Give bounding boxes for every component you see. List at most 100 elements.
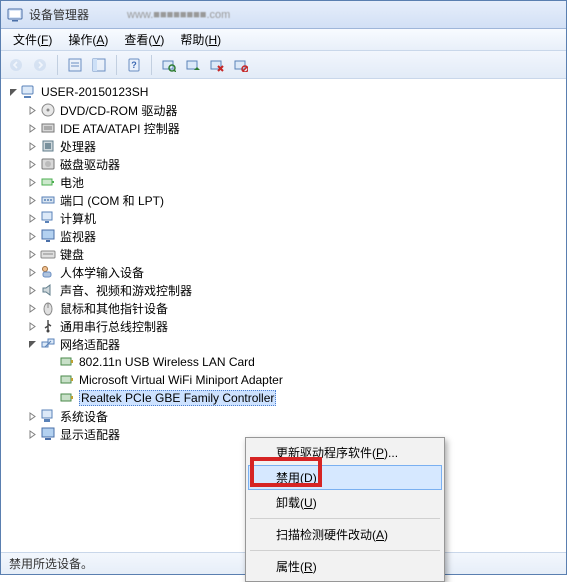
tree-device[interactable]: Microsoft Virtual WiFi Miniport Adapter	[45, 371, 560, 389]
tree-category[interactable]: 端口 (COM 和 LPT)	[26, 191, 560, 209]
ide-icon	[40, 120, 56, 136]
svg-text:?: ?	[131, 60, 137, 70]
tree-category-label: 处理器	[60, 138, 96, 155]
tree-category[interactable]: 网络适配器	[26, 335, 560, 353]
tree-expander[interactable]	[26, 284, 38, 296]
menu-file[interactable]: 文件(F)	[5, 29, 60, 50]
hid-icon	[40, 264, 56, 280]
tree-category[interactable]: IDE ATA/ATAPI 控制器	[26, 119, 560, 137]
context-update-driver[interactable]: 更新驱动程序软件(P)...	[248, 440, 442, 465]
usb-icon	[40, 318, 56, 334]
statusbar-text: 禁用所选设备。	[9, 555, 93, 572]
computer-icon	[40, 210, 56, 226]
tree-device-label: Microsoft Virtual WiFi Miniport Adapter	[79, 373, 283, 387]
tree-category[interactable]: 电池	[26, 173, 560, 191]
tree-expander[interactable]	[26, 212, 38, 224]
toolbar-panel-button[interactable]	[88, 54, 110, 76]
tree-expander[interactable]	[26, 176, 38, 188]
context-disable[interactable]: 禁用(D)	[248, 465, 442, 490]
disk-icon	[40, 156, 56, 172]
tree-expander[interactable]	[26, 302, 38, 314]
tree-root-label: USER-20150123SH	[41, 85, 148, 99]
tree-expander[interactable]	[26, 104, 38, 116]
tree-device-label: Realtek PCIe GBE Family Controller	[79, 390, 276, 406]
tree-category[interactable]: 系统设备	[26, 407, 560, 425]
menu-action[interactable]: 操作(A)	[60, 29, 116, 50]
tree-expander[interactable]	[7, 86, 19, 98]
tree-category[interactable]: 鼠标和其他指针设备	[26, 299, 560, 317]
context-uninstall[interactable]: 卸载(U)	[248, 490, 442, 515]
tree-category[interactable]: 键盘	[26, 245, 560, 263]
menu-help[interactable]: 帮助(H)	[172, 29, 229, 50]
context-menu: 更新驱动程序软件(P)... 禁用(D) 卸载(U) 扫描检测硬件改动(A) 属…	[245, 437, 445, 582]
tree-category[interactable]: 声音、视频和游戏控制器	[26, 281, 560, 299]
system-icon	[40, 408, 56, 424]
tree-expander[interactable]	[26, 338, 38, 350]
tree-expander[interactable]	[26, 122, 38, 134]
computer_root-icon	[21, 84, 37, 100]
context-scan-hardware[interactable]: 扫描检测硬件改动(A)	[248, 522, 442, 547]
tree-category-label: 电池	[60, 174, 84, 191]
monitor-icon	[40, 228, 56, 244]
context-sep-2	[250, 550, 440, 551]
toolbar-details-button[interactable]	[64, 54, 86, 76]
tree-category[interactable]: 人体学输入设备	[26, 263, 560, 281]
cpu-icon	[40, 138, 56, 154]
titlebar: 设备管理器 www.■■■■■■■■.com	[1, 1, 566, 29]
tree-expander[interactable]	[26, 410, 38, 422]
toolbar-help-button[interactable]: ?	[123, 54, 145, 76]
tree-expander[interactable]	[26, 230, 38, 242]
nav-forward-button	[29, 54, 51, 76]
tree-category[interactable]: 通用串行总线控制器	[26, 317, 560, 335]
window-title: 设备管理器	[29, 6, 89, 23]
tree-category-label: 端口 (COM 和 LPT)	[60, 192, 164, 209]
mouse-icon	[40, 300, 56, 316]
network-icon	[40, 336, 56, 352]
tree-category-label: 通用串行总线控制器	[60, 318, 168, 335]
nic-icon	[59, 354, 75, 370]
menu-view[interactable]: 查看(V)	[116, 29, 172, 50]
tree-expander[interactable]	[26, 428, 38, 440]
tree-expander[interactable]	[26, 158, 38, 170]
tree-expander[interactable]	[26, 248, 38, 260]
tree-expander[interactable]	[26, 140, 38, 152]
tree-category-label: DVD/CD-ROM 驱动器	[60, 102, 177, 119]
battery-icon	[40, 174, 56, 190]
tree-device[interactable]: 802.11n USB Wireless LAN Card	[45, 353, 560, 371]
tree-category[interactable]: DVD/CD-ROM 驱动器	[26, 101, 560, 119]
tree-category-label: 磁盘驱动器	[60, 156, 120, 173]
tree-expander[interactable]	[26, 194, 38, 206]
nic-icon	[59, 390, 75, 406]
tree-category-label: 人体学输入设备	[60, 264, 144, 281]
tree-category-label: 键盘	[60, 246, 84, 263]
address-bar-hint: www.■■■■■■■■.com	[127, 9, 230, 21]
toolbar-uninstall-button[interactable]	[206, 54, 228, 76]
tree-category-label: 计算机	[60, 210, 96, 227]
context-sep-1	[250, 518, 440, 519]
tree-category-label: 系统设备	[60, 408, 108, 425]
tree-category[interactable]: 处理器	[26, 137, 560, 155]
tree-category-label: 显示适配器	[60, 426, 120, 443]
tree-category-label: IDE ATA/ATAPI 控制器	[60, 120, 180, 137]
toolbar-update-button[interactable]	[182, 54, 204, 76]
context-properties[interactable]: 属性(R)	[248, 554, 442, 579]
app-icon	[7, 7, 23, 23]
tree-category-label: 鼠标和其他指针设备	[60, 300, 168, 317]
tree-root-node[interactable]: USER-20150123SH	[7, 83, 560, 101]
tree-device[interactable]: Realtek PCIe GBE Family Controller	[45, 389, 560, 407]
tree-category[interactable]: 计算机	[26, 209, 560, 227]
toolbar-disable-button[interactable]	[230, 54, 252, 76]
port-icon	[40, 192, 56, 208]
keyboard-icon	[40, 246, 56, 262]
tree-category[interactable]: 监视器	[26, 227, 560, 245]
tree-device-label: 802.11n USB Wireless LAN Card	[79, 355, 255, 369]
nav-back-button	[5, 54, 27, 76]
tree-expander[interactable]	[26, 320, 38, 332]
tree-category-label: 网络适配器	[60, 336, 120, 353]
menubar: 文件(F) 操作(A) 查看(V) 帮助(H)	[1, 29, 566, 51]
toolbar: ?	[1, 51, 566, 79]
tree-expander[interactable]	[26, 266, 38, 278]
toolbar-scan-button[interactable]	[158, 54, 180, 76]
disc-icon	[40, 102, 56, 118]
tree-category[interactable]: 磁盘驱动器	[26, 155, 560, 173]
